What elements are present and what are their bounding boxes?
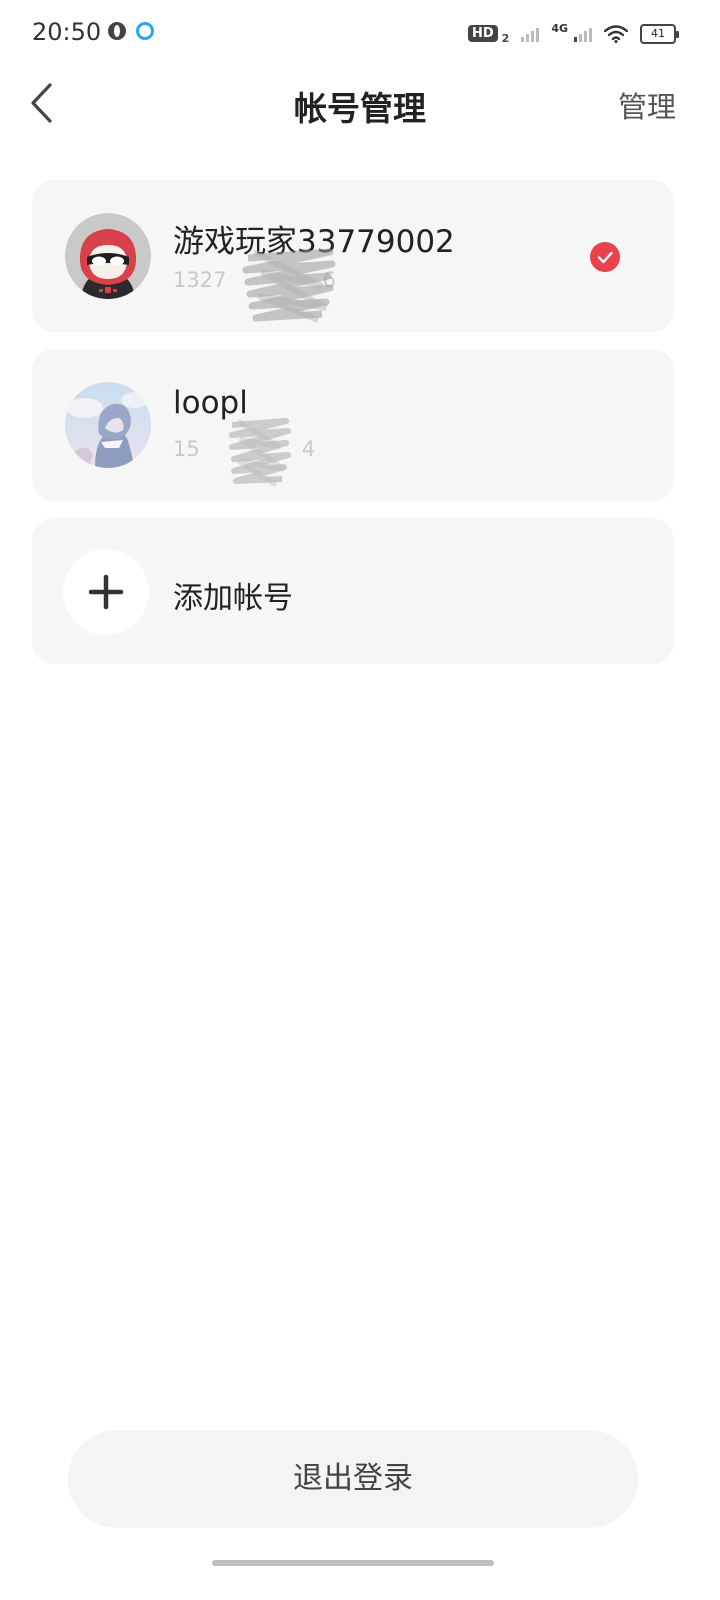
redaction-scribble <box>242 248 336 323</box>
hd-voice-sub: 2 <box>501 32 510 45</box>
home-indicator[interactable] <box>212 1560 494 1566</box>
qq-icon <box>136 22 154 40</box>
add-account-button[interactable]: 添加帐号 <box>32 518 674 664</box>
plus-icon <box>63 549 149 635</box>
avatar <box>65 382 151 468</box>
selected-check-icon <box>590 242 620 272</box>
account-card-2[interactable]: loopl 15 4 <box>32 349 674 501</box>
ninja-avatar-icon <box>65 213 151 299</box>
battery-icon: 41 <box>640 23 679 44</box>
manage-button[interactable]: 管理 <box>618 84 676 126</box>
signal-sim2-icon <box>521 26 540 42</box>
logout-button[interactable]: 退出登录 <box>68 1430 638 1528</box>
add-account-label: 添加帐号 <box>173 581 293 616</box>
redaction-scribble <box>229 418 291 487</box>
anime-avatar-icon <box>65 382 151 468</box>
status-bar: 20:50 HD 2 4G 41 <box>0 0 720 68</box>
status-time: 20:50 <box>32 18 102 46</box>
navigation-header: 帐号管理 管理 <box>0 68 720 138</box>
globe-icon <box>108 22 126 40</box>
signal-sim1-icon <box>574 26 592 42</box>
hd-voice-icon: HD <box>467 25 498 42</box>
status-app-icons <box>108 22 154 40</box>
phone-visible-prefix: 15 <box>173 437 200 461</box>
status-indicators: HD 2 4G 41 <box>467 22 679 45</box>
account-management-screen: 20:50 HD 2 4G 41 帐号管理 管理 游戏玩家33779002 13… <box>0 0 720 1600</box>
phone-visible-suffix: 4 <box>301 437 316 461</box>
page-title: 帐号管理 <box>294 89 426 128</box>
phone-visible-prefix: 1327 <box>173 268 227 292</box>
account-card-1[interactable]: 游戏玩家33779002 1327 6 <box>32 180 674 332</box>
avatar <box>65 213 151 299</box>
wifi-icon <box>603 24 629 43</box>
account-name: loopl <box>173 385 248 421</box>
network-type-label: 4G <box>551 22 568 35</box>
